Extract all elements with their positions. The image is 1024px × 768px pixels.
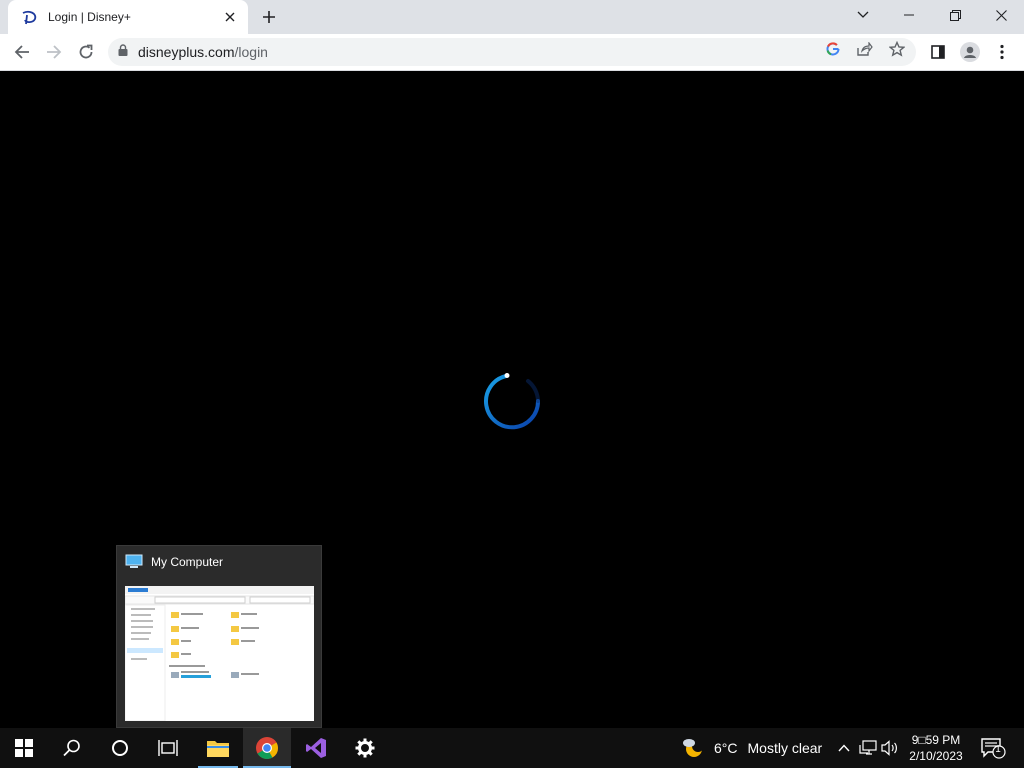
weather-moon-cloud-icon <box>680 736 706 760</box>
settings-gear-icon[interactable] <box>341 728 389 768</box>
notification-center-icon[interactable]: 1 <box>978 736 1008 760</box>
volume-icon[interactable] <box>880 738 900 758</box>
tab-title: Login | Disney+ <box>48 10 131 24</box>
page-content: My Computer <box>0 71 1024 728</box>
clock-date: 2/10/2023 <box>909 749 963 763</box>
preview-title: My Computer <box>125 554 223 570</box>
loading-spinner-icon <box>482 371 542 431</box>
minimize-icon[interactable] <box>886 0 932 30</box>
forward-icon[interactable] <box>40 38 68 66</box>
share-icon[interactable] <box>856 40 874 58</box>
taskbar: 6°C Mostly clear 9□59 PM 2/10/2023 1 <box>0 728 1024 768</box>
url-path: /login <box>234 44 268 60</box>
chrome-icon[interactable] <box>243 728 291 768</box>
profile-icon[interactable] <box>956 38 984 66</box>
weather-temp: 6°C <box>714 740 738 756</box>
reload-icon[interactable] <box>72 38 100 66</box>
browser-toolbar: disneyplus.com/login <box>0 34 1024 71</box>
chevron-up-icon[interactable] <box>834 738 854 758</box>
menu-kebab-icon[interactable] <box>988 38 1016 66</box>
weather-widget[interactable]: 6°C Mostly clear <box>680 728 822 768</box>
address-bar[interactable]: disneyplus.com/login <box>108 38 916 66</box>
tab-close-icon[interactable] <box>222 9 238 25</box>
bookmark-star-icon[interactable] <box>888 40 906 58</box>
browser-titlebar: Login | Disney+ <box>0 0 1024 34</box>
clock-time: 9□59 PM <box>911 733 961 747</box>
lock-icon <box>118 43 128 61</box>
notification-count: 1 <box>995 744 1001 755</box>
disney-favicon-icon <box>20 7 40 27</box>
taskbar-preview-window[interactable]: My Computer <box>116 545 322 728</box>
system-clock[interactable]: 9□59 PM 2/10/2023 <box>900 732 972 764</box>
url-domain: disneyplus.com <box>138 44 235 60</box>
file-explorer-icon[interactable] <box>194 728 242 768</box>
google-icon[interactable] <box>824 40 842 58</box>
weather-condition: Mostly clear <box>747 740 823 756</box>
restore-icon[interactable] <box>932 0 978 30</box>
tab-search-icon[interactable] <box>840 0 886 30</box>
url-text: disneyplus.com/login <box>138 44 268 60</box>
network-icon[interactable] <box>858 738 878 758</box>
cortana-icon[interactable] <box>96 728 144 768</box>
search-icon[interactable] <box>48 728 96 768</box>
windows-start-icon[interactable] <box>0 728 48 768</box>
computer-icon <box>125 554 143 570</box>
side-panel-icon[interactable] <box>924 38 952 66</box>
task-view-icon[interactable] <box>144 728 192 768</box>
tab-disney-login[interactable]: Login | Disney+ <box>8 0 248 34</box>
preview-title-label: My Computer <box>151 555 224 569</box>
new-tab-button[interactable] <box>258 6 280 28</box>
preview-thumbnail <box>125 586 314 721</box>
close-window-icon[interactable] <box>978 0 1024 30</box>
visual-studio-icon[interactable] <box>292 728 340 768</box>
back-icon[interactable] <box>8 38 36 66</box>
